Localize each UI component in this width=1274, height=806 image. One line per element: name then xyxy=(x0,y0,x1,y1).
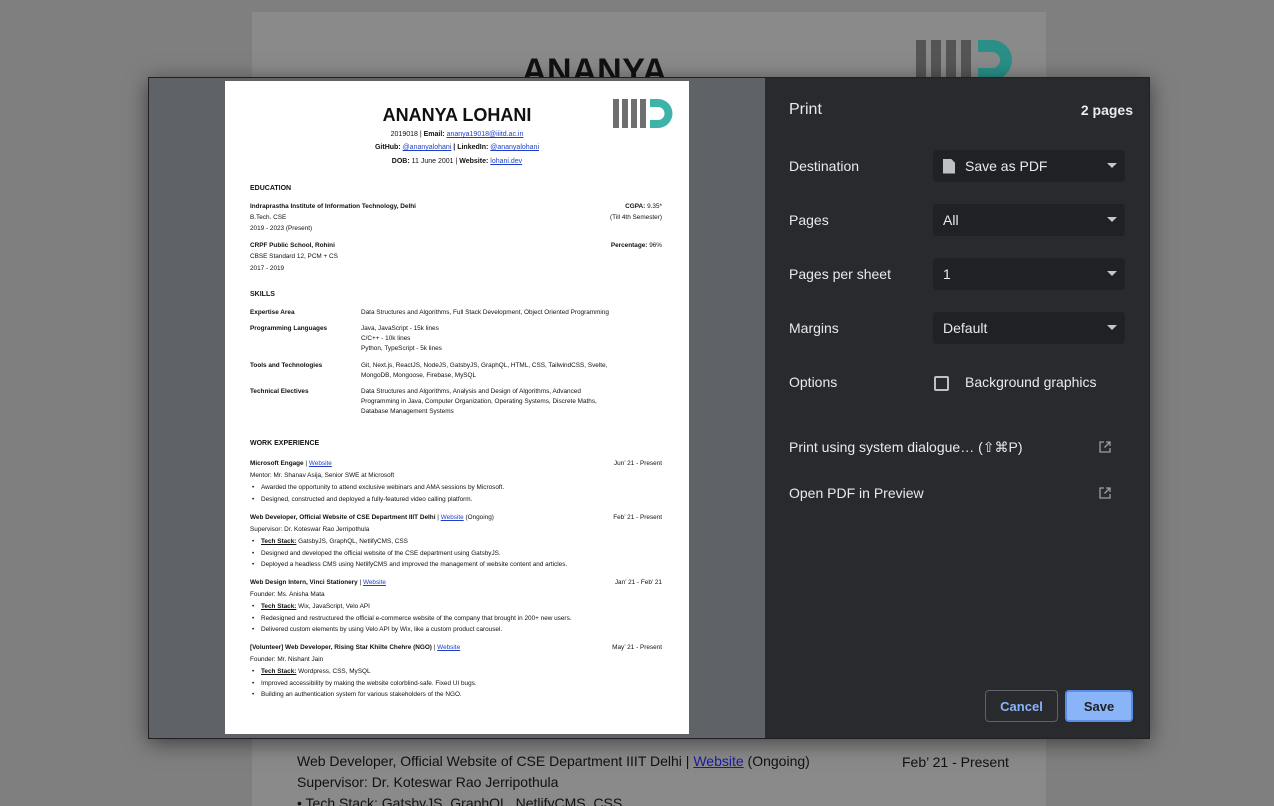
background-supervisor: Supervisor: Dr. Koteswar Rao Jerripothul… xyxy=(297,774,559,790)
open-pdf-preview-link[interactable]: Open PDF in Preview xyxy=(789,485,924,501)
work-heading: WORK EXPERIENCE xyxy=(250,440,320,447)
edu1-school: Indraprastha Institute of Information Te… xyxy=(250,203,416,210)
job-website-link[interactable]: Website xyxy=(441,514,464,521)
save-button[interactable]: Save xyxy=(1065,690,1133,722)
job-title: Microsoft Engage | Website xyxy=(250,460,332,467)
job-date: May’ 21 - Present xyxy=(612,644,662,651)
document-icon xyxy=(943,158,955,174)
skill-value: Git, Next.js, ReactJS, NodeJS, GatsbyJS,… xyxy=(361,362,608,369)
print-settings-panel: Print 2 pages Destination Save as PDF Pa… xyxy=(765,78,1149,738)
job-supervisor: Founder: Mr. Nishant Jain xyxy=(250,656,324,663)
edu2-score: Percentage: 96% xyxy=(610,242,662,249)
skill-value: C/C++ - 10k lines xyxy=(361,335,411,342)
pages-per-sheet-select[interactable]: 1 xyxy=(933,258,1125,290)
cancel-button[interactable]: Cancel xyxy=(985,690,1058,722)
open-external-icon[interactable] xyxy=(1099,487,1111,499)
chevron-down-icon xyxy=(1107,163,1117,168)
contact-line-3: DOB: 11 June 2001 | Website: lohani.dev xyxy=(391,158,523,165)
skill-value: Python, TypeScript - 5k lines xyxy=(361,345,442,352)
job-bullet: Delivered custom elements by using Velo … xyxy=(252,625,502,635)
pages-select[interactable]: All xyxy=(933,204,1125,236)
job-bullet: Designed, constructed and deployed a ful… xyxy=(252,495,472,505)
destination-select[interactable]: Save as PDF xyxy=(933,150,1125,182)
job-title: Web Developer, Official Website of CSE D… xyxy=(250,514,494,521)
job-bullet: Deployed a headless CMS using NetlifyCMS… xyxy=(252,560,567,570)
skill-label: Expertise Area xyxy=(250,309,295,316)
pages-per-sheet-label: Pages per sheet xyxy=(789,266,891,282)
linkedin-link[interactable]: @ananyalohani xyxy=(490,144,539,151)
destination-label: Destination xyxy=(789,158,860,174)
skill-label: Programming Languages xyxy=(250,325,328,332)
skill-value: MongoDB, Mongoose, Firebase, MySQL xyxy=(361,372,477,379)
email-link[interactable]: ananya19018@iiitd.ac.in xyxy=(447,131,524,138)
skill-value: Programming in Java, Computer Organizati… xyxy=(361,398,597,405)
print-dialog: ANANYA LOHANI 2019018 | Email: ananya190… xyxy=(148,77,1150,739)
website-link[interactable]: lohani.dev xyxy=(490,158,522,165)
page-count: 2 pages xyxy=(1080,102,1133,118)
edu1-years: 2019 - 2023 (Present) xyxy=(250,225,313,232)
background-tech-stack: • Tech Stack: GatsbyJS, GraphQL, Netlify… xyxy=(297,795,623,806)
skill-value: Database Management Systems xyxy=(361,408,454,415)
job-bullet: Redesigned and restructured the official… xyxy=(252,614,572,624)
job-website-link[interactable]: Website xyxy=(437,644,460,651)
job-bullet: Awarded the opportunity to attend exclus… xyxy=(252,483,504,493)
skill-value: Java, JavaScript - 15k lines xyxy=(361,325,439,332)
job-bullet: Building an authentication system for va… xyxy=(252,690,462,700)
pages-label: Pages xyxy=(789,212,829,228)
edu2-degree: CBSE Standard 12, PCM + CS xyxy=(250,253,338,260)
job-website-link[interactable]: Website xyxy=(309,460,332,467)
background-website-link[interactable]: Website xyxy=(693,753,743,769)
job-title: Web Design Intern, Vinci Stationery | We… xyxy=(250,579,386,586)
edu1-score: CGPA: 9.35* xyxy=(625,203,662,210)
background-graphics-label[interactable]: Background graphics xyxy=(965,374,1097,390)
background-iiitd-logo xyxy=(916,40,1012,80)
job-date: Feb’ 21 - Present xyxy=(613,514,662,521)
edu2-school: CRPF Public School, Rohini xyxy=(250,242,335,249)
background-job-line: Web Developer, Official Website of CSE D… xyxy=(297,753,810,769)
chevron-down-icon xyxy=(1107,217,1117,222)
job-supervisor: Founder: Ms. Anisha Mata xyxy=(250,591,325,598)
print-title: Print xyxy=(789,101,822,118)
job-supervisor: Mentor: Mr. Shanav Asija, Senior SWE at … xyxy=(250,472,395,479)
job-website-link[interactable]: Website xyxy=(363,579,386,586)
job-bullet: Tech Stack: Wordpress, CSS, MySQL xyxy=(252,667,370,677)
background-job-date: Feb’ 21 - Present xyxy=(902,754,1009,770)
options-label: Options xyxy=(789,374,838,390)
edu2-years: 2017 - 2019 xyxy=(250,265,285,272)
job-bullet: Tech Stack: GatsbyJS, GraphQL, NetlifyCM… xyxy=(252,537,408,547)
job-bullet: Designed and developed the official webs… xyxy=(252,549,501,559)
job-date: Jan’ 21 - Feb’ 21 xyxy=(614,579,662,586)
preview-page: ANANYA LOHANI 2019018 | Email: ananya190… xyxy=(225,81,689,734)
chevron-down-icon xyxy=(1107,325,1117,330)
contact-line-1: 2019018 | Email: ananya19018@iiitd.ac.in xyxy=(390,131,524,138)
job-bullet: Tech Stack: Wix, JavaScript, Velo API xyxy=(252,602,370,612)
skills-heading: SKILLS xyxy=(250,291,275,298)
margins-label: Margins xyxy=(789,320,839,336)
edu1-degree: B.Tech. CSE xyxy=(250,214,287,221)
open-external-icon[interactable] xyxy=(1099,441,1111,453)
github-link[interactable]: @ananyalohani xyxy=(403,144,452,151)
background-graphics-checkbox[interactable] xyxy=(934,376,949,391)
skill-label: Technical Electives xyxy=(250,388,309,395)
job-supervisor: Supervisor: Dr. Koteswar Rao Jerripothul… xyxy=(250,526,370,533)
skill-value: Data Structures and Algorithms, Analysis… xyxy=(361,388,581,395)
iiitd-logo xyxy=(613,99,673,128)
skill-label: Tools and Technologies xyxy=(250,362,323,369)
system-dialog-link[interactable]: Print using system dialogue… (⇧⌘P) xyxy=(789,439,1022,456)
chevron-down-icon xyxy=(1107,271,1117,276)
contact-line-2: GitHub: @ananyalohani | LinkedIn: @anany… xyxy=(374,144,540,151)
job-date: Jun’ 21 - Present xyxy=(613,460,662,467)
margins-select[interactable]: Default xyxy=(933,312,1125,344)
education-heading: EDUCATION xyxy=(250,185,292,192)
skill-value: Data Structures and Algorithms, Full Sta… xyxy=(361,309,609,316)
job-title: [Volunteer] Web Developer, Rising Star K… xyxy=(250,644,461,651)
print-preview-area[interactable]: ANANYA LOHANI 2019018 | Email: ananya190… xyxy=(149,78,765,738)
job-bullet: Improved accessibility by making the web… xyxy=(252,679,477,689)
edu1-note: (Till 4th Semester) xyxy=(610,214,662,221)
